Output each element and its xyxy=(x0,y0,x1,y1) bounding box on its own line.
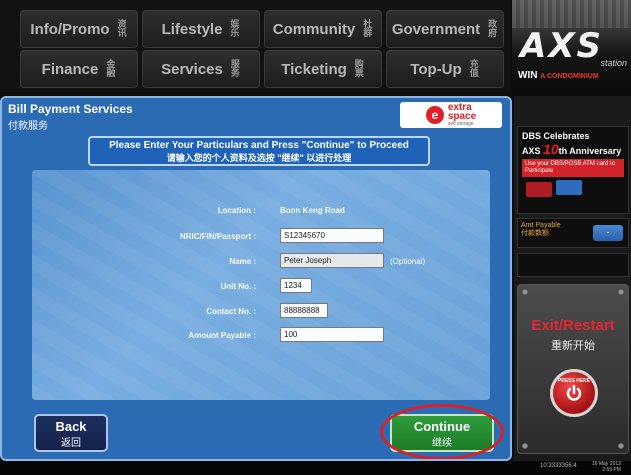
unit-input[interactable] xyxy=(280,278,312,293)
skyline-graphic xyxy=(512,0,631,28)
menu-finance[interactable]: Finance 金融 xyxy=(20,50,138,88)
exit-label-zh: 重新开始 xyxy=(551,340,595,352)
instruction-zh: 请输入您的个人资料及选按 "继续" 以进行处理 xyxy=(166,153,352,163)
instruction-banner: Please Enter Your Particulars and Press … xyxy=(88,136,430,166)
promo-ten: 10 xyxy=(543,141,559,157)
time: 2:59 PM xyxy=(602,467,621,473)
screw-icon xyxy=(618,443,624,449)
top-menu: Info/Promo 资讯 Lifestyle 娱乐 Community 社群 … xyxy=(0,0,510,92)
amt-button[interactable]: - xyxy=(593,225,623,241)
amt-label: Amt Payable 付款数额 xyxy=(521,222,561,238)
menu-community[interactable]: Community 社群 xyxy=(264,10,382,48)
name-optional-note: (Optional) xyxy=(390,257,426,266)
card-red xyxy=(526,182,552,197)
press-here-label: PRESS HERE xyxy=(557,378,591,384)
name-input[interactable] xyxy=(280,253,384,268)
instruction-en: Please Enter Your Particulars and Press … xyxy=(109,140,409,151)
nric-label: NRIC/FIN/Passport : xyxy=(179,232,256,241)
terminal-id: 10:3333356:4 xyxy=(540,463,577,469)
location-label: Location : xyxy=(217,206,256,215)
logo-win: WIN A CONDOMINIUM xyxy=(518,70,599,81)
dbs-promo[interactable]: DBS Celebrates AXS 10th Anniversary Use … xyxy=(517,126,629,214)
menu-info-promo[interactable]: Info/Promo 资讯 xyxy=(20,10,138,48)
continue-label: Continue xyxy=(413,419,471,434)
promo-note: Use your DBS/POSB ATM card to Participat… xyxy=(522,159,624,177)
sidebar-empty-slot xyxy=(517,253,629,277)
bill-payment-panel: Bill Payment Services 付款服务 e extra space… xyxy=(0,96,512,461)
continue-button[interactable]: Continue 继续 xyxy=(390,414,494,452)
menu-label-zh: 购票 xyxy=(354,59,364,78)
back-button[interactable]: Back 返回 xyxy=(34,414,108,452)
brand-badge: e xyxy=(425,106,444,124)
amt-label-zh: 付款数额 xyxy=(521,230,549,237)
menu-label: Finance xyxy=(41,60,99,78)
menu-label-zh: 政府 xyxy=(488,19,498,38)
contact-input[interactable] xyxy=(280,303,328,318)
menu-label-zh: 资讯 xyxy=(117,19,127,38)
promo-title: DBS Celebrates xyxy=(522,131,590,141)
press-here-button[interactable]: PRESS HERE xyxy=(550,369,598,417)
menu-ticketing[interactable]: Ticketing 购票 xyxy=(264,50,382,88)
brand-name: extra space xyxy=(447,102,477,122)
form-area: Location : Boon Keng Road NRIC/FIN/Passp… xyxy=(32,170,490,400)
panel-header: Bill Payment Services 付款服务 e extra space… xyxy=(2,98,510,132)
screw-icon xyxy=(522,289,528,295)
menu-top-up[interactable]: Top-Up 充值 xyxy=(386,50,504,88)
panel-subtitle: 付款服务 xyxy=(8,121,48,132)
continue-label-zh: 继续 xyxy=(432,438,452,449)
menu-label: Community xyxy=(272,20,356,38)
menu-label-zh: 服务 xyxy=(230,59,240,78)
screw-icon xyxy=(522,443,528,449)
logo-win-tagline: A CONDOMINIUM xyxy=(540,73,599,80)
axs-logo: AXS station WIN A CONDOMINIUM xyxy=(512,0,631,92)
back-label: Back xyxy=(55,419,87,434)
card-blue xyxy=(556,180,582,195)
menu-label: Government xyxy=(391,20,481,38)
name-label: Name : xyxy=(229,257,256,266)
nric-input[interactable] xyxy=(280,228,384,243)
exit-restart-panel[interactable]: Exit/Restart 重新开始 PRESS HERE xyxy=(517,284,629,454)
menu-lifestyle[interactable]: Lifestyle 娱乐 xyxy=(142,10,260,48)
atm-cards-image xyxy=(522,180,624,198)
contact-label: Contact No. : xyxy=(206,307,256,316)
exit-label: Exit/Restart xyxy=(531,317,615,334)
extra-space-logo: e extra space self storage xyxy=(400,102,502,128)
menu-label: Services xyxy=(161,60,223,78)
screw-icon xyxy=(618,289,624,295)
panel-title: Bill Payment Services xyxy=(8,102,133,116)
promo-anniversary: AXS 10th Anniversary xyxy=(522,141,624,157)
logo-win-word: WIN xyxy=(518,70,538,81)
right-sidebar: DBS Celebrates AXS 10th Anniversary Use … xyxy=(514,96,631,461)
menu-label: Top-Up xyxy=(410,60,462,78)
amount-label: Amount Payable : xyxy=(188,331,256,340)
menu-services[interactable]: Services 服务 xyxy=(142,50,260,88)
logo-brand: AXS xyxy=(520,26,604,66)
status-bar: 10:3333356:4 16 May 2013 2:59 PM xyxy=(0,461,631,475)
menu-label-zh: 娱乐 xyxy=(230,19,240,38)
unit-label: Unit No. : xyxy=(220,282,256,291)
menu-government[interactable]: Government 政府 xyxy=(386,10,504,48)
logo-station: station xyxy=(600,58,627,68)
menu-label-zh: 金融 xyxy=(106,59,116,78)
menu-label: Ticketing xyxy=(281,60,347,78)
amount-payable-box: Amt Payable 付款数额 - xyxy=(517,218,629,248)
menu-label: Lifestyle xyxy=(161,20,223,38)
promo-anniv: th Anniversary xyxy=(558,146,622,156)
amt-label-en: Amt Payable xyxy=(521,222,561,229)
back-label-zh: 返回 xyxy=(61,438,81,449)
menu-label-zh: 社群 xyxy=(363,19,373,38)
menu-label: Info/Promo xyxy=(30,20,110,38)
location-value: Boon Keng Road xyxy=(280,206,345,215)
power-icon xyxy=(566,384,582,401)
brand-sub: self storage xyxy=(447,121,474,127)
menu-label-zh: 充值 xyxy=(469,59,479,78)
timestamp: 16 May 2013 2:59 PM xyxy=(592,461,621,473)
promo-axs: AXS xyxy=(522,146,541,156)
amount-input[interactable] xyxy=(280,327,384,342)
